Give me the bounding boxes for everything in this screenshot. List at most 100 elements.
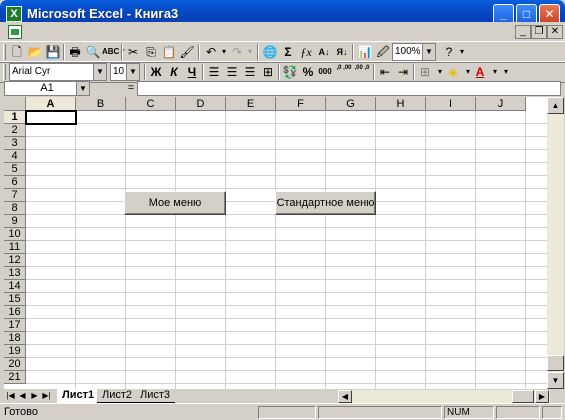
merge-center-icon[interactable]: ⊞ xyxy=(259,63,277,81)
row-header-17[interactable]: 17 xyxy=(4,319,26,332)
horizontal-scrollbar[interactable]: ◀ ▶ xyxy=(338,390,550,403)
row-header-9[interactable]: 9 xyxy=(4,215,26,228)
workbook-icon[interactable] xyxy=(8,25,22,39)
row-header-20[interactable]: 20 xyxy=(4,358,26,371)
scroll-down-button[interactable]: ▼ xyxy=(547,372,564,389)
row-header-11[interactable]: 11 xyxy=(4,241,26,254)
column-header-C[interactable]: C xyxy=(126,97,176,111)
row-header-15[interactable]: 15 xyxy=(4,293,26,306)
resize-grip[interactable] xyxy=(542,406,562,419)
align-center-icon[interactable]: ☰ xyxy=(223,63,241,81)
worksheet-grid[interactable]: A B C D E F G H I J 1 2 3 4 5 6 7 8 9 10 11 12 13 14 15 16 17 18 19 2… xyxy=(4,97,547,389)
decrease-indent-icon[interactable]: ⇤ xyxy=(376,63,394,81)
sort-ascending-icon[interactable]: A↓ xyxy=(315,43,333,61)
column-header-I[interactable]: I xyxy=(426,97,476,111)
decrease-decimal-button[interactable]: ,00 ,0 xyxy=(353,63,371,81)
row-header-18[interactable]: 18 xyxy=(4,332,26,345)
autosum-icon[interactable]: Σ xyxy=(279,43,297,61)
increase-indent-icon[interactable]: ⇥ xyxy=(394,63,412,81)
format-painter-icon[interactable]: 🖌 xyxy=(178,43,196,61)
doc-restore-button[interactable]: ❐ xyxy=(531,25,547,39)
vertical-scrollbar[interactable]: ▲ ▼ xyxy=(547,97,564,389)
standard-menu-button[interactable]: Стандартное меню xyxy=(275,191,376,215)
chevron-down-icon[interactable]: ▼ xyxy=(76,82,89,95)
font-name-select[interactable]: Arial Cyr ▼ xyxy=(9,63,107,81)
align-right-icon[interactable]: ☰ xyxy=(241,63,259,81)
underline-button[interactable]: Ч xyxy=(183,63,201,81)
print-icon[interactable]: 🖶 xyxy=(66,43,84,61)
column-header-D[interactable]: D xyxy=(176,97,226,111)
column-header-J[interactable]: J xyxy=(476,97,526,111)
last-sheet-icon[interactable]: ▶| xyxy=(41,389,52,403)
column-header-E[interactable]: E xyxy=(226,97,276,111)
doc-minimize-button[interactable]: _ xyxy=(515,25,531,39)
align-left-icon[interactable]: ☰ xyxy=(205,63,223,81)
chevron-down-icon[interactable]: ▼ xyxy=(422,44,435,60)
row-header-13[interactable]: 13 xyxy=(4,267,26,280)
row-header-4[interactable]: 4 xyxy=(4,150,26,163)
paste-icon[interactable]: 📋 xyxy=(160,43,178,61)
chevron-down-icon[interactable]: ▼ xyxy=(93,64,106,80)
font-size-select[interactable]: 10 ▼ xyxy=(110,63,140,81)
name-box[interactable]: A1 ▼ xyxy=(4,81,90,96)
open-icon[interactable]: 📂 xyxy=(26,43,44,61)
row-header-12[interactable]: 12 xyxy=(4,254,26,267)
sheet-tab-3[interactable]: Лист3 xyxy=(135,389,176,403)
increase-decimal-button[interactable]: ,0 ,00 xyxy=(335,63,353,81)
save-icon[interactable]: 💾 xyxy=(44,43,62,61)
thousands-button[interactable]: 000 xyxy=(316,63,334,81)
column-header-A[interactable]: A xyxy=(26,97,76,111)
column-header-G[interactable]: G xyxy=(326,97,376,111)
spelling-icon[interactable]: ABC✓ xyxy=(102,43,126,61)
row-header-10[interactable]: 10 xyxy=(4,228,26,241)
cut-icon[interactable]: ✂ xyxy=(124,43,142,61)
toolbar-grip[interactable] xyxy=(3,44,6,60)
print-preview-icon[interactable]: 🔍 xyxy=(84,43,102,61)
column-header-H[interactable]: H xyxy=(376,97,426,111)
chart-wizard-icon[interactable]: 📊 xyxy=(356,43,374,61)
scroll-up-button[interactable]: ▲ xyxy=(547,97,564,114)
drawing-icon[interactable]: 🖉 xyxy=(374,43,392,61)
row-header-6[interactable]: 6 xyxy=(4,176,26,189)
row-header-5[interactable]: 5 xyxy=(4,163,26,176)
zoom-select[interactable]: 100% ▼ xyxy=(392,43,436,61)
my-menu-button[interactable]: Мое меню xyxy=(124,191,226,215)
column-header-F[interactable]: F xyxy=(276,97,326,111)
currency-icon[interactable]: 💱 xyxy=(281,63,299,81)
sheet-tab-1[interactable]: Лист1 xyxy=(57,389,100,403)
row-header-8[interactable]: 8 xyxy=(4,202,26,215)
toolbar-grip[interactable] xyxy=(3,64,6,80)
new-icon[interactable]: 🗋 xyxy=(8,43,26,61)
first-sheet-icon[interactable]: |◀ xyxy=(5,389,16,403)
row-header-7[interactable]: 7 xyxy=(4,189,26,202)
toolbar-options-icon[interactable]: ▾ xyxy=(497,63,515,81)
percent-button[interactable]: % xyxy=(299,63,317,81)
hscroll-thumb[interactable] xyxy=(512,390,534,403)
row-header-14[interactable]: 14 xyxy=(4,280,26,293)
scroll-left-button[interactable]: ◀ xyxy=(338,390,352,403)
next-sheet-icon[interactable]: ▶ xyxy=(29,389,40,403)
toolbar-options-icon[interactable]: ▾ xyxy=(453,43,471,61)
italic-button[interactable]: К xyxy=(165,63,183,81)
row-header-1[interactable]: 1 xyxy=(4,111,26,124)
active-cell-A1[interactable] xyxy=(25,110,77,125)
bold-button[interactable]: Ж xyxy=(147,63,165,81)
sheet-tab-2[interactable]: Лист2 xyxy=(97,389,138,403)
function-icon[interactable]: ƒx xyxy=(297,43,315,61)
select-all-corner[interactable] xyxy=(4,97,26,111)
scroll-right-button[interactable]: ▶ xyxy=(535,390,549,403)
scroll-thumb[interactable] xyxy=(547,355,564,371)
sort-descending-icon[interactable]: Я↓ xyxy=(333,43,351,61)
row-header-19[interactable]: 19 xyxy=(4,345,26,358)
row-header-21[interactable]: 21 xyxy=(4,371,26,384)
row-header-2[interactable]: 2 xyxy=(4,124,26,137)
formula-input[interactable] xyxy=(137,81,561,96)
copy-icon[interactable]: ⎘ xyxy=(142,43,160,61)
hyperlink-icon[interactable]: 🌐 xyxy=(261,43,279,61)
prev-sheet-icon[interactable]: ◀ xyxy=(17,389,28,403)
chevron-down-icon[interactable]: ▼ xyxy=(126,64,139,80)
doc-close-button[interactable]: ✕ xyxy=(547,25,563,39)
row-header-3[interactable]: 3 xyxy=(4,137,26,150)
row-header-16[interactable]: 16 xyxy=(4,306,26,319)
column-header-B[interactable]: B xyxy=(76,97,126,111)
